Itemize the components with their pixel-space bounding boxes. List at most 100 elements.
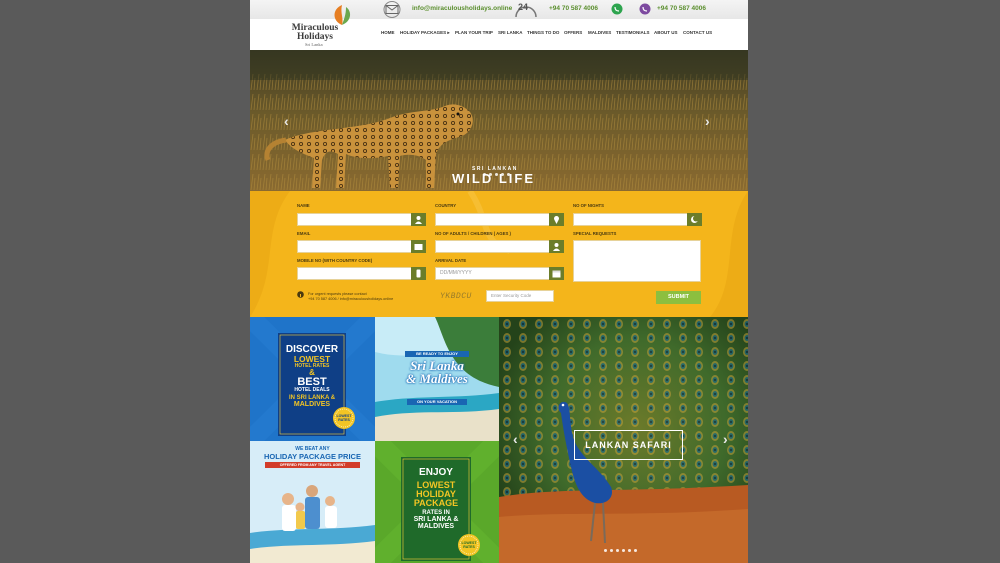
slide-dot[interactable]	[483, 173, 486, 176]
slide-dot[interactable]	[616, 549, 619, 552]
moon-icon	[691, 215, 699, 223]
safari-caption[interactable]: LANKAN SAFARI	[574, 430, 683, 460]
logo-line2: Holidays	[297, 32, 333, 42]
urgent-contact-note: For urgent requests please contact +94 7…	[308, 292, 393, 302]
viber-icon[interactable]	[639, 3, 651, 15]
arrival-label: ARRIVAL DATE	[435, 258, 467, 263]
envelope-icon	[414, 244, 423, 250]
adults-label: NO OF ADULTS / CHILDREN ( AGES )	[435, 231, 511, 236]
enquiry-form: NAME EMAIL MOBILE NO (WITH COUNTRY CODE)…	[250, 191, 748, 317]
hero-next-arrow-icon[interactable]: ›	[705, 113, 710, 129]
promo-discover-tile[interactable]: DISCOVER LOWEST HOTEL RATES & BEST HOTEL…	[250, 317, 375, 441]
viber-number[interactable]: +94 70 587 4006	[657, 3, 706, 15]
vacation-script-2: & Maldives	[406, 371, 468, 386]
safari-next-arrow-icon[interactable]: ›	[723, 431, 728, 447]
hero-slider: SRI LANKAN WILD LIFE ‹ ›	[250, 50, 748, 191]
note-line2: +94 70 587 4006 / info@miraculousholiday…	[308, 297, 394, 301]
discover-seal: LOWEST RATES	[336, 414, 352, 422]
promo-vacation-tile[interactable]: BE READY TO ENJOY Sri Lanka & Maldives O…	[375, 317, 499, 441]
security-code-input[interactable]: Enter Security Code	[486, 290, 554, 302]
enjoy-l1: ENJOY	[419, 467, 453, 478]
discover-l5: BEST	[297, 375, 327, 388]
slide-dot[interactable]	[501, 173, 504, 176]
arrival-input-addon[interactable]	[549, 267, 564, 280]
slide-dot[interactable]	[610, 549, 613, 552]
mobile-input[interactable]	[297, 267, 412, 280]
slide-dot[interactable]	[604, 549, 607, 552]
promo-enjoy-lowest-tile[interactable]: ENJOY LOWEST HOLIDAY PACKAGE RATES IN SR…	[375, 441, 499, 563]
country-label: COUNTRY	[435, 203, 457, 208]
arrival-date-input[interactable]: DD/MM/YYYY	[435, 267, 550, 280]
page-frame: info@miraculousholidays.online 24 +94 70…	[250, 0, 748, 563]
email-input-addon	[411, 240, 426, 253]
map-pin-icon	[554, 216, 559, 224]
safari-slider: ‹ › LANKAN SAFARI	[499, 317, 748, 563]
info-icon	[297, 291, 304, 298]
safari-prev-arrow-icon[interactable]: ‹	[513, 431, 518, 447]
nights-input-addon	[687, 213, 702, 226]
nav-things-to-do[interactable]: THINGS TO DO	[527, 30, 559, 35]
enjoy-text: ENJOY LOWEST HOLIDAY PACKAGE RATES IN SR…	[401, 467, 471, 531]
slide-dot[interactable]	[489, 173, 492, 176]
user-icon	[415, 216, 422, 224]
nav-testimonials[interactable]: TESTIMONIALS	[616, 30, 650, 35]
nav-offers[interactable]: OFFERS	[564, 30, 582, 35]
nights-input[interactable]	[573, 213, 688, 226]
vacation-footer: ON YOUR VACATION	[407, 399, 467, 405]
nav-home[interactable]: HOME	[381, 30, 395, 35]
submit-button[interactable]: SUBMIT	[656, 291, 701, 304]
name-input-addon	[411, 213, 426, 226]
nav-sri-lanka[interactable]: SRI LANKA	[498, 30, 523, 35]
calendar-icon	[552, 270, 561, 278]
whatsapp-number[interactable]: +94 70 587 4006	[549, 3, 598, 15]
adults-input-addon	[549, 240, 564, 253]
logo-sub: Sri Lanka	[305, 42, 323, 47]
nav-holiday-packages[interactable]: HOLIDAY PACKAGES ▸	[400, 30, 450, 36]
nav-contact-us[interactable]: CONTACT US	[683, 30, 712, 35]
nav-about-us[interactable]: ABOUT US	[654, 30, 678, 35]
vacation-script: Sri Lanka & Maldives	[397, 359, 477, 385]
special-requests-label: SPECIAL REQUESTS	[573, 231, 617, 236]
people-icon	[553, 243, 560, 251]
safari-slide-dots[interactable]	[604, 549, 637, 552]
nav-plan-your-trip[interactable]: PLAN YOUR TRIP	[455, 30, 493, 35]
special-requests-textarea[interactable]	[573, 240, 701, 282]
whatsapp-icon[interactable]	[611, 3, 623, 15]
hero-prev-arrow-icon[interactable]: ‹	[284, 113, 289, 129]
hero-slide-dots[interactable]	[483, 173, 510, 176]
enjoy-l4: PACKAGE	[413, 498, 459, 508]
mobile-input-addon	[411, 267, 426, 280]
beat-l3: OFFERED FROM ANY TRAVEL AGENT	[265, 462, 360, 468]
phone-icon	[416, 269, 421, 278]
24-hours-badge: 24	[518, 2, 529, 12]
nav-maldives[interactable]: MALDIVES	[588, 30, 611, 35]
email-input[interactable]	[297, 240, 412, 253]
vacation-banner: BE READY TO ENJOY	[405, 351, 469, 357]
slide-dot[interactable]	[495, 173, 498, 176]
mail-icon	[383, 1, 401, 18]
promo-beat-price-tile[interactable]: WE BEAT ANY HOLIDAY PACKAGE PRICE OFFERE…	[250, 441, 375, 563]
mobile-label: MOBILE NO (WITH COUNTRY CODE)	[297, 258, 373, 263]
slide-dot[interactable]	[622, 549, 625, 552]
logo[interactable]: Miraculous Holidays	[285, 23, 345, 42]
captcha-image: YKBDCU	[440, 292, 472, 301]
nights-label: NO OF NIGHTS	[573, 203, 605, 208]
country-input-addon	[549, 213, 564, 226]
enjoy-l6: SRI LANKA &	[413, 516, 459, 523]
contact-email[interactable]: info@miraculousholidays.online	[412, 3, 512, 15]
name-label: NAME	[297, 203, 310, 208]
beat-l2: HOLIDAY PACKAGE PRICE	[264, 452, 361, 461]
email-label: EMAIL	[297, 231, 311, 236]
slide-dot[interactable]	[507, 173, 510, 176]
discover-l8: MALDIVES	[293, 400, 331, 408]
adults-input[interactable]	[435, 240, 550, 253]
contact-bar: info@miraculousholidays.online 24 +94 70…	[250, 0, 748, 20]
name-input[interactable]	[297, 213, 412, 226]
country-input[interactable]	[435, 213, 550, 226]
discover-l6: HOTEL DEALS	[294, 386, 330, 393]
slide-dot[interactable]	[628, 549, 631, 552]
enjoy-seal: LOWEST RATES	[461, 541, 477, 549]
slide-dot[interactable]	[634, 549, 637, 552]
discover-text: DISCOVER LOWEST HOTEL RATES & BEST HOTEL…	[278, 345, 346, 408]
enjoy-l7: MALDIVES	[417, 523, 455, 530]
